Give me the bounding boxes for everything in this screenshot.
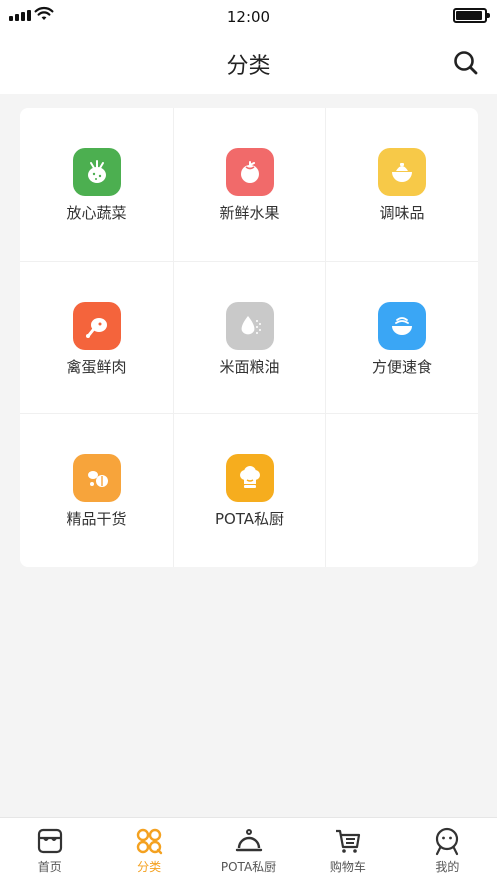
category-seasoning[interactable]: 调味品 — [326, 108, 478, 262]
dried-goods-icon — [72, 454, 121, 502]
category-label: 方便速食 — [371, 358, 432, 376]
category-grain-oil[interactable]: 米面粮油 — [174, 262, 326, 414]
tab-home[interactable]: 首页 — [0, 818, 99, 883]
category-label: 米面粮油 — [219, 358, 280, 376]
user-face-icon — [436, 827, 459, 856]
category-vegetables[interactable]: 放心蔬菜 — [20, 108, 174, 262]
drumstick-icon — [72, 302, 121, 350]
category-label: 精品干货 — [66, 510, 127, 528]
oil-drop-icon — [225, 302, 274, 350]
category-label: 禽蛋鲜肉 — [66, 358, 127, 376]
category-label: 调味品 — [379, 204, 425, 222]
tab-label: 分类 — [137, 860, 162, 874]
category-poultry-meat[interactable]: 禽蛋鲜肉 — [20, 262, 174, 414]
tomato-icon — [225, 148, 274, 196]
search-icon[interactable] — [451, 48, 481, 78]
tab-label: 购物车 — [329, 860, 366, 874]
status-bar: 12:00 — [0, 0, 497, 34]
tab-cart[interactable]: 购物车 — [298, 818, 397, 883]
category-grid-icon — [136, 828, 163, 855]
category-label: 放心蔬菜 — [66, 204, 127, 222]
tab-mine[interactable]: 我的 — [398, 818, 497, 883]
seasoning-bowl-icon — [378, 148, 426, 196]
noodle-bowl-icon — [378, 302, 426, 350]
tab-pota-kitchen[interactable]: POTA私厨 — [199, 818, 298, 883]
category-label: 新鲜水果 — [219, 204, 280, 222]
category-grid: 放心蔬菜 新鲜水果 调味品 禽蛋鲜肉 米面粮油 方便速食 精品干货 POTA私厨 — [20, 108, 478, 567]
category-label: POTA私厨 — [214, 510, 285, 528]
category-pota-kitchen[interactable]: POTA私厨 — [174, 414, 326, 567]
nav-bar: 分类 — [0, 34, 497, 94]
bottom-tab-bar: 首页 分类 POTA私厨 购物车 我的 — [0, 817, 497, 883]
empty-cell — [326, 414, 478, 567]
tab-category[interactable]: 分类 — [99, 818, 198, 883]
category-dried-goods[interactable]: 精品干货 — [20, 414, 174, 567]
tab-label: 我的 — [435, 860, 460, 874]
category-instant-food[interactable]: 方便速食 — [326, 262, 478, 414]
battery-icon — [453, 8, 490, 23]
status-time: 12:00 — [226, 8, 271, 26]
page-title: 分类 — [226, 54, 271, 79]
chef-hat-icon — [225, 454, 274, 502]
cart-icon — [335, 829, 361, 853]
carrot-icon — [72, 148, 121, 196]
tab-label: 首页 — [37, 860, 62, 874]
cloche-icon — [235, 829, 262, 852]
tab-label: POTA私厨 — [220, 860, 277, 874]
store-icon — [37, 828, 62, 854]
category-fruits[interactable]: 新鲜水果 — [174, 108, 326, 262]
